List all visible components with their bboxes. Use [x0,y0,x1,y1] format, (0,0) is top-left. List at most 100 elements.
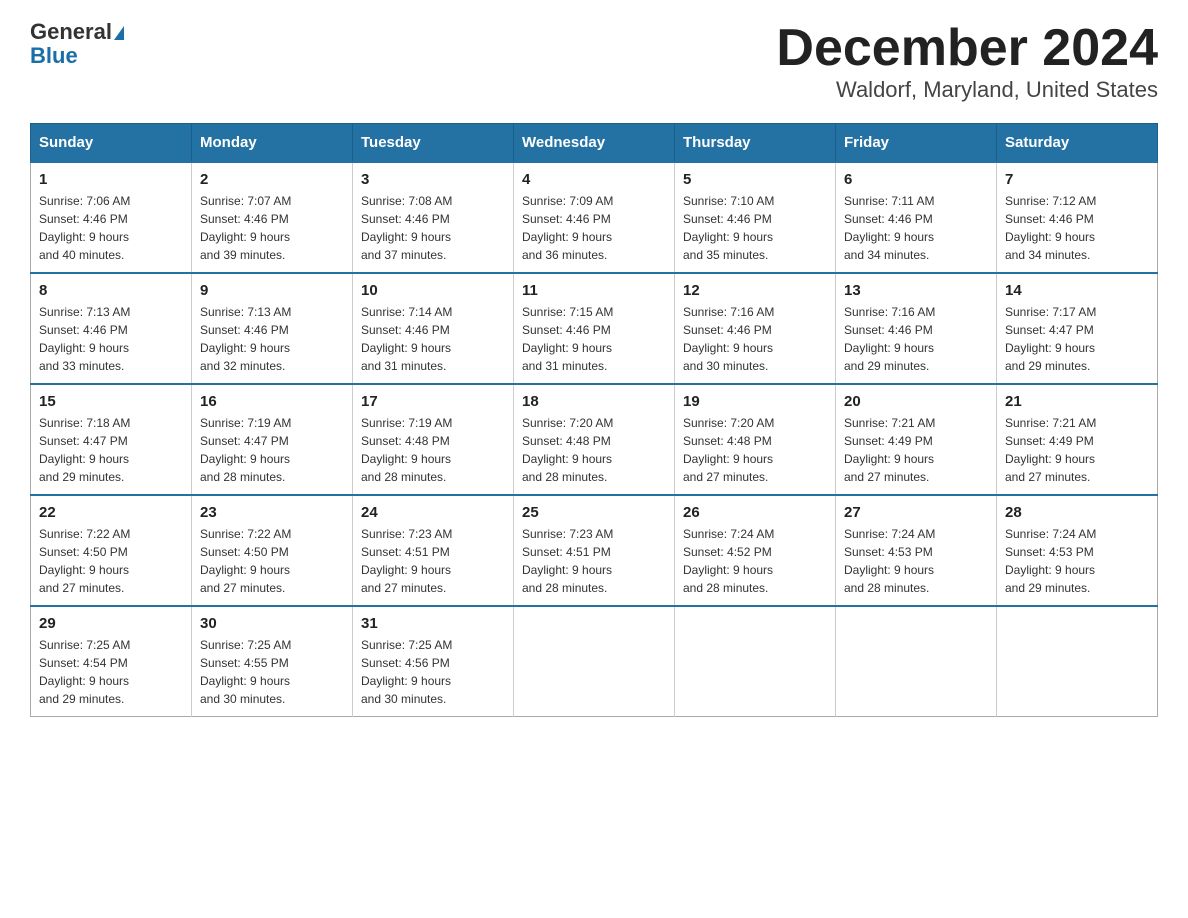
calendar-cell: 6 Sunrise: 7:11 AM Sunset: 4:46 PM Dayli… [836,162,997,273]
calendar-cell: 28 Sunrise: 7:24 AM Sunset: 4:53 PM Dayl… [997,495,1158,606]
logo-blue-text: Blue [30,44,124,68]
day-info: Sunrise: 7:22 AM Sunset: 4:50 PM Dayligh… [200,525,344,597]
calendar-cell [675,606,836,717]
calendar-cell: 20 Sunrise: 7:21 AM Sunset: 4:49 PM Dayl… [836,384,997,495]
calendar-cell: 19 Sunrise: 7:20 AM Sunset: 4:48 PM Dayl… [675,384,836,495]
day-number: 24 [361,504,505,521]
day-number: 19 [683,393,827,410]
calendar-cell [514,606,675,717]
day-info: Sunrise: 7:09 AM Sunset: 4:46 PM Dayligh… [522,192,666,264]
day-number: 31 [361,615,505,632]
day-number: 17 [361,393,505,410]
logo-general-text: General [30,19,112,44]
calendar-cell: 8 Sunrise: 7:13 AM Sunset: 4:46 PM Dayli… [31,273,192,384]
calendar-cell [997,606,1158,717]
calendar-cell: 13 Sunrise: 7:16 AM Sunset: 4:46 PM Dayl… [836,273,997,384]
day-info: Sunrise: 7:14 AM Sunset: 4:46 PM Dayligh… [361,303,505,375]
day-info: Sunrise: 7:06 AM Sunset: 4:46 PM Dayligh… [39,192,183,264]
calendar-cell: 29 Sunrise: 7:25 AM Sunset: 4:54 PM Dayl… [31,606,192,717]
calendar-cell: 7 Sunrise: 7:12 AM Sunset: 4:46 PM Dayli… [997,162,1158,273]
week-row-1: 1 Sunrise: 7:06 AM Sunset: 4:46 PM Dayli… [31,162,1158,273]
day-info: Sunrise: 7:10 AM Sunset: 4:46 PM Dayligh… [683,192,827,264]
day-number: 10 [361,282,505,299]
day-number: 23 [200,504,344,521]
title-block: December 2024 Waldorf, Maryland, United … [776,20,1158,103]
day-number: 7 [1005,171,1149,188]
calendar-cell: 27 Sunrise: 7:24 AM Sunset: 4:53 PM Dayl… [836,495,997,606]
day-info: Sunrise: 7:23 AM Sunset: 4:51 PM Dayligh… [361,525,505,597]
calendar-cell: 24 Sunrise: 7:23 AM Sunset: 4:51 PM Dayl… [353,495,514,606]
day-number: 2 [200,171,344,188]
day-number: 27 [844,504,988,521]
day-number: 11 [522,282,666,299]
calendar-cell: 31 Sunrise: 7:25 AM Sunset: 4:56 PM Dayl… [353,606,514,717]
day-number: 3 [361,171,505,188]
calendar-cell: 22 Sunrise: 7:22 AM Sunset: 4:50 PM Dayl… [31,495,192,606]
day-number: 6 [844,171,988,188]
day-number: 26 [683,504,827,521]
calendar-cell: 14 Sunrise: 7:17 AM Sunset: 4:47 PM Dayl… [997,273,1158,384]
day-info: Sunrise: 7:08 AM Sunset: 4:46 PM Dayligh… [361,192,505,264]
week-row-2: 8 Sunrise: 7:13 AM Sunset: 4:46 PM Dayli… [31,273,1158,384]
calendar-cell: 16 Sunrise: 7:19 AM Sunset: 4:47 PM Dayl… [192,384,353,495]
day-info: Sunrise: 7:22 AM Sunset: 4:50 PM Dayligh… [39,525,183,597]
calendar-cell: 1 Sunrise: 7:06 AM Sunset: 4:46 PM Dayli… [31,162,192,273]
day-number: 18 [522,393,666,410]
calendar-cell: 26 Sunrise: 7:24 AM Sunset: 4:52 PM Dayl… [675,495,836,606]
calendar-cell: 4 Sunrise: 7:09 AM Sunset: 4:46 PM Dayli… [514,162,675,273]
week-row-4: 22 Sunrise: 7:22 AM Sunset: 4:50 PM Dayl… [31,495,1158,606]
day-info: Sunrise: 7:24 AM Sunset: 4:53 PM Dayligh… [1005,525,1149,597]
calendar-cell: 15 Sunrise: 7:18 AM Sunset: 4:47 PM Dayl… [31,384,192,495]
day-info: Sunrise: 7:20 AM Sunset: 4:48 PM Dayligh… [522,414,666,486]
day-number: 28 [1005,504,1149,521]
day-info: Sunrise: 7:12 AM Sunset: 4:46 PM Dayligh… [1005,192,1149,264]
day-number: 14 [1005,282,1149,299]
day-info: Sunrise: 7:15 AM Sunset: 4:46 PM Dayligh… [522,303,666,375]
day-info: Sunrise: 7:21 AM Sunset: 4:49 PM Dayligh… [844,414,988,486]
page-subtitle: Waldorf, Maryland, United States [776,77,1158,103]
day-number: 9 [200,282,344,299]
calendar-cell: 30 Sunrise: 7:25 AM Sunset: 4:55 PM Dayl… [192,606,353,717]
day-info: Sunrise: 7:24 AM Sunset: 4:53 PM Dayligh… [844,525,988,597]
day-info: Sunrise: 7:16 AM Sunset: 4:46 PM Dayligh… [844,303,988,375]
calendar-cell: 12 Sunrise: 7:16 AM Sunset: 4:46 PM Dayl… [675,273,836,384]
calendar-cell: 23 Sunrise: 7:22 AM Sunset: 4:50 PM Dayl… [192,495,353,606]
logo: General Blue [30,20,124,68]
day-number: 15 [39,393,183,410]
calendar-cell: 5 Sunrise: 7:10 AM Sunset: 4:46 PM Dayli… [675,162,836,273]
day-info: Sunrise: 7:19 AM Sunset: 4:48 PM Dayligh… [361,414,505,486]
day-number: 25 [522,504,666,521]
header-monday: Monday [192,124,353,163]
calendar-cell: 10 Sunrise: 7:14 AM Sunset: 4:46 PM Dayl… [353,273,514,384]
page-header: General Blue December 2024 Waldorf, Mary… [30,20,1158,103]
day-info: Sunrise: 7:17 AM Sunset: 4:47 PM Dayligh… [1005,303,1149,375]
day-info: Sunrise: 7:16 AM Sunset: 4:46 PM Dayligh… [683,303,827,375]
day-number: 13 [844,282,988,299]
header-thursday: Thursday [675,124,836,163]
day-info: Sunrise: 7:20 AM Sunset: 4:48 PM Dayligh… [683,414,827,486]
day-number: 16 [200,393,344,410]
calendar-cell: 9 Sunrise: 7:13 AM Sunset: 4:46 PM Dayli… [192,273,353,384]
calendar-cell: 18 Sunrise: 7:20 AM Sunset: 4:48 PM Dayl… [514,384,675,495]
day-number: 8 [39,282,183,299]
day-info: Sunrise: 7:25 AM Sunset: 4:56 PM Dayligh… [361,636,505,708]
day-number: 1 [39,171,183,188]
calendar-cell: 2 Sunrise: 7:07 AM Sunset: 4:46 PM Dayli… [192,162,353,273]
calendar-cell [836,606,997,717]
day-number: 22 [39,504,183,521]
calendar-cell: 21 Sunrise: 7:21 AM Sunset: 4:49 PM Dayl… [997,384,1158,495]
day-info: Sunrise: 7:11 AM Sunset: 4:46 PM Dayligh… [844,192,988,264]
day-number: 30 [200,615,344,632]
day-info: Sunrise: 7:23 AM Sunset: 4:51 PM Dayligh… [522,525,666,597]
header-saturday: Saturday [997,124,1158,163]
calendar-cell: 3 Sunrise: 7:08 AM Sunset: 4:46 PM Dayli… [353,162,514,273]
day-number: 20 [844,393,988,410]
header-sunday: Sunday [31,124,192,163]
day-number: 21 [1005,393,1149,410]
day-info: Sunrise: 7:25 AM Sunset: 4:55 PM Dayligh… [200,636,344,708]
day-number: 12 [683,282,827,299]
week-row-3: 15 Sunrise: 7:18 AM Sunset: 4:47 PM Dayl… [31,384,1158,495]
day-info: Sunrise: 7:25 AM Sunset: 4:54 PM Dayligh… [39,636,183,708]
calendar-cell: 17 Sunrise: 7:19 AM Sunset: 4:48 PM Dayl… [353,384,514,495]
calendar-table: SundayMondayTuesdayWednesdayThursdayFrid… [30,123,1158,717]
